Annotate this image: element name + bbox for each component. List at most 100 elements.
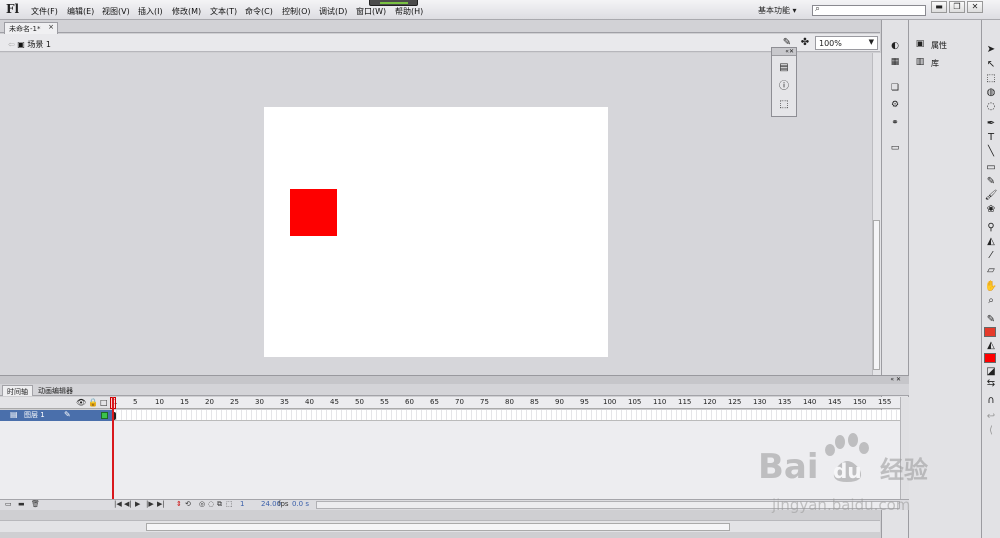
layer-name[interactable]: 图层 1 [24, 410, 45, 420]
onion-outline-icon[interactable]: ◌ [208, 500, 214, 508]
restore-button[interactable]: ❐ [949, 1, 965, 13]
timeline-panel-header[interactable]: « ✕ [0, 375, 909, 384]
brush-tool-icon[interactable]: 🖌 [982, 189, 1000, 203]
line-tool-icon[interactable]: ╲ [982, 145, 1000, 159]
snap-magnet-icon[interactable]: ∩ [982, 394, 1000, 408]
minimize-button[interactable]: ▬ [931, 1, 947, 13]
document-tab-title: 未命名-1* [9, 25, 41, 33]
menu-debug[interactable]: 调试(D) [319, 6, 347, 17]
ruler-tick-label: 120 [703, 398, 717, 406]
text-tool-icon[interactable]: T [982, 131, 1000, 145]
time-readout[interactable]: 0.0 s [292, 500, 309, 508]
first-frame-icon[interactable]: |◀ [114, 500, 122, 508]
layer-outline-color[interactable] [101, 412, 108, 419]
3d-rotation-tool-icon[interactable]: ◍ [982, 86, 1000, 100]
output-icon[interactable]: ▭ [888, 142, 902, 154]
playhead[interactable] [112, 397, 114, 499]
zoom-select[interactable]: 100% ▼ [815, 36, 878, 50]
new-layer-icon[interactable]: ▭ [5, 500, 12, 508]
close-button[interactable]: ✕ [967, 1, 983, 13]
transform-icon[interactable]: ⬚ [778, 99, 790, 111]
code-snippets-icon[interactable]: ⚙ [888, 99, 902, 111]
menu-insert[interactable]: 插入(I) [138, 6, 163, 17]
menu-edit[interactable]: 编辑(E) [67, 6, 94, 17]
back-arrow-icon[interactable]: ⇦ [8, 40, 15, 49]
new-folder-icon[interactable]: ▬ [18, 500, 25, 508]
paint-bucket-tool-icon[interactable]: ◭ [982, 235, 1000, 249]
align-icon[interactable]: ▤ [778, 62, 790, 74]
prev-frame-icon[interactable]: ◀| [124, 500, 132, 508]
modify-markers-icon[interactable]: ⬚ [226, 500, 233, 508]
scene-label[interactable]: 场景 1 [27, 40, 51, 49]
motion-presets-icon[interactable]: ❏ [888, 82, 902, 94]
ruler-tick-label: 5 [133, 398, 138, 406]
onion-skin-icon[interactable]: ◎ [199, 500, 205, 508]
color-icon[interactable]: ◐ [888, 40, 902, 52]
current-frame-readout[interactable]: 1 [240, 500, 244, 508]
loop-icon[interactable]: ⟲ [185, 500, 191, 508]
tab-motion-editor[interactable]: 动画编辑器 [34, 385, 77, 396]
menu-commands[interactable]: 命令(C) [245, 6, 273, 17]
free-transform-tool-icon[interactable]: ⬚ [982, 72, 1000, 86]
ruler-tick-label: 20 [205, 398, 214, 406]
timeline-tab-bar [0, 384, 909, 396]
library-panel-label[interactable]: 库 [931, 58, 939, 69]
ruler-tick-label: 65 [430, 398, 439, 406]
hand-tool-icon[interactable]: ✋ [982, 280, 1000, 294]
layer-list-empty-area[interactable] [0, 421, 112, 499]
ruler-tick-label: 70 [455, 398, 464, 406]
selection-tool-icon[interactable]: ➤ [982, 43, 1000, 57]
stroke-color-swatch[interactable] [984, 327, 996, 337]
next-frame-icon[interactable]: |▶ [146, 500, 154, 508]
fill-color-swatch[interactable] [984, 353, 996, 363]
delete-layer-icon[interactable]: 🗑 [31, 500, 40, 508]
red-rectangle-shape[interactable] [290, 189, 337, 236]
eraser-tool-icon[interactable]: ▱ [982, 264, 1000, 278]
menu-window[interactable]: 窗口(W) [356, 6, 386, 17]
outline-icon[interactable]: □ [100, 398, 108, 407]
edit-multiple-frames-icon[interactable]: ⧉ [217, 500, 222, 509]
menu-control[interactable]: 控制(O) [282, 6, 311, 17]
properties-icon[interactable]: ▣ [913, 38, 927, 50]
help-search-input[interactable]: ⌕ [812, 4, 926, 16]
library-icon[interactable]: ▥ [913, 56, 927, 68]
info-icon[interactable]: ⓘ [778, 81, 790, 93]
vertical-scroll-thumb[interactable] [873, 220, 880, 370]
menu-file[interactable]: 文件(F) [31, 6, 58, 17]
ruler-tick-label: 135 [778, 398, 792, 406]
play-icon[interactable]: ▶ [135, 500, 140, 508]
lock-icon[interactable]: 🔒 [88, 398, 98, 407]
eyedropper-tool-icon[interactable]: ⁄ [982, 249, 1000, 263]
menu-modify[interactable]: 修改(M) [172, 6, 201, 17]
menu-text[interactable]: 文本(T) [210, 6, 237, 17]
document-tab[interactable]: 未命名-1* × [4, 22, 58, 34]
eye-icon[interactable]: 👁 [76, 398, 86, 407]
last-frame-icon[interactable]: ▶| [157, 500, 165, 508]
bone-tool-icon[interactable]: ⚲ [982, 221, 1000, 235]
swap-colors-icon[interactable]: ⇆ [982, 377, 1000, 391]
ruler-tick-label: 140 [803, 398, 817, 406]
menu-help[interactable]: 帮助(H) [395, 6, 423, 17]
subselection-tool-icon[interactable]: ↖ [982, 58, 1000, 72]
edit-symbols-icon[interactable]: ✤ [799, 37, 811, 49]
straighten-icon: ⟨ [989, 425, 993, 436]
search-icon: ⌕ [815, 4, 821, 14]
tab-timeline[interactable]: 时间轴 [2, 385, 33, 396]
close-tab-icon[interactable]: × [48, 23, 54, 31]
panel-header[interactable]: «✕ [772, 48, 796, 56]
center-frame-icon[interactable]: ⇕ [176, 500, 182, 508]
menu-view[interactable]: 视图(V) [102, 6, 130, 17]
swatches-icon[interactable]: ▦ [888, 56, 902, 68]
pencil-tool-icon[interactable]: ✎ [982, 175, 1000, 189]
deco-tool-icon[interactable]: ❀ [982, 203, 1000, 217]
rectangle-tool-icon[interactable]: ▭ [982, 161, 1000, 175]
horizontal-scroll-thumb[interactable] [146, 523, 730, 531]
workspace-switcher[interactable]: 基本功能 ▾ [758, 5, 797, 16]
properties-panel-label[interactable]: 属性 [931, 40, 947, 51]
components-icon[interactable]: ⚭ [888, 117, 902, 129]
pen-tool-icon[interactable]: ✒ [982, 117, 1000, 131]
frame-ruler[interactable]: 1510152025303540455055606570758085909510… [112, 397, 900, 409]
watermark-brand2: du [833, 459, 862, 483]
lasso-tool-icon[interactable]: ◌ [982, 100, 1000, 114]
zoom-tool-icon[interactable]: ⌕ [982, 294, 1000, 308]
